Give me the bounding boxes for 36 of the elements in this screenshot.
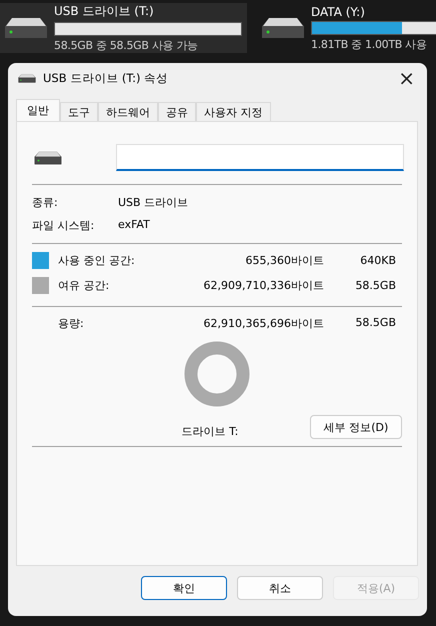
usage-text: 1.81TB 중 1.00TB 사용 bbox=[311, 36, 428, 52]
usage-text: 58.5GB 중 58.5GB 사용 가능 bbox=[54, 38, 199, 53]
dialog-button[interactable]: 취소 bbox=[237, 576, 323, 600]
drive-tile[interactable]: USB 드라이브 (T:) 58.5GB 중 58.5GB 사용 가능 bbox=[0, 3, 247, 53]
tab[interactable]: 일반 bbox=[16, 99, 60, 121]
byte-count: 62,910,365,696바이트 bbox=[202, 316, 324, 331]
details-button[interactable]: 세부 정보(D) bbox=[310, 415, 402, 439]
drive-icon bbox=[4, 17, 48, 39]
drive-label: 드라이브 T: bbox=[180, 424, 240, 439]
field-label: 파일 시스템: bbox=[32, 218, 96, 233]
donut-chart-drawing bbox=[184, 341, 250, 407]
field-value: exFAT bbox=[118, 218, 150, 233]
drive-icon bbox=[18, 74, 36, 82]
window-title: USB 드라이브 (T:) 속성 bbox=[43, 70, 170, 86]
dialog-button[interactable]: 확인 bbox=[141, 576, 227, 600]
byte-count: 62,909,710,336바이트 bbox=[202, 278, 324, 293]
close-button[interactable]: × bbox=[396, 66, 417, 90]
space-label: 용량: bbox=[58, 316, 85, 331]
tab[interactable]: 공유 bbox=[158, 102, 196, 121]
tab[interactable]: 하드웨어 bbox=[98, 102, 158, 121]
space-label: 여유 공간: bbox=[58, 278, 110, 293]
space-label: 사용 중인 공간: bbox=[58, 253, 136, 268]
drive-icon bbox=[261, 17, 305, 39]
field-value: USB 드라이브 bbox=[118, 195, 188, 210]
size-value: 640KB bbox=[359, 254, 397, 267]
tab[interactable]: 도구 bbox=[60, 102, 98, 121]
name-field[interactable] bbox=[116, 144, 404, 171]
size-value: 58.5GB bbox=[354, 279, 397, 292]
drive-tile[interactable]: DATA (Y:) 1.81TB 중 1.00TB 사용 bbox=[257, 3, 436, 53]
drive-name: DATA (Y:) bbox=[311, 4, 366, 18]
drive-name: USB 드라이브 (T:) bbox=[54, 3, 155, 20]
byte-count: 655,360바이트 bbox=[244, 253, 324, 268]
tab[interactable]: 사용자 지정 bbox=[196, 102, 270, 121]
field-label: 종류: bbox=[32, 195, 59, 210]
drive-icon bbox=[34, 150, 62, 164]
size-value: 58.5GB bbox=[354, 316, 397, 331]
